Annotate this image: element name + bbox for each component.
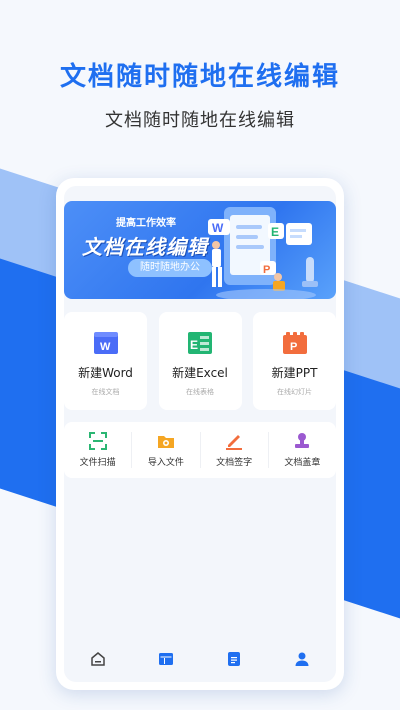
card-subtitle: 在线文档 [91, 388, 120, 396]
tab-templates[interactable] [154, 647, 178, 671]
tool-file-scan[interactable]: 文件扫描 [64, 432, 133, 468]
app-screen: 提高工作效率 文档在线编辑 随时随地办公 W E P W 新建Word 在线文档… [64, 186, 336, 682]
svg-text:E: E [271, 225, 279, 239]
tool-document-sign[interactable]: 文档签字 [201, 432, 269, 468]
banner-title: 文档在线编辑 [82, 235, 208, 259]
tab-home[interactable] [86, 647, 110, 671]
banner-illustration-icon: W E P [208, 207, 318, 299]
card-subtitle: 在线幻灯片 [277, 388, 312, 396]
word-doc-icon: W [93, 332, 118, 354]
documents-icon [228, 652, 240, 666]
tools-row: 文件扫描 导入文件 文档签字 文档盖章 [64, 422, 336, 478]
new-excel-card[interactable]: E 新建Excel 在线表格 [158, 312, 242, 410]
tool-import-file[interactable]: 导入文件 [132, 432, 201, 468]
tool-label: 文件扫描 [79, 458, 116, 468]
scan-icon [88, 432, 107, 450]
templates-icon [159, 653, 173, 665]
new-word-card[interactable]: W 新建Word 在线文档 [64, 312, 147, 410]
promo-subline: 文档随时随地在线编辑 [105, 110, 295, 131]
svg-text:E: E [190, 338, 198, 352]
import-folder-icon [157, 436, 174, 448]
tab-profile[interactable] [290, 647, 314, 671]
card-title: 新建Word [78, 366, 133, 380]
tool-label: 文档签字 [216, 458, 253, 468]
tool-label: 文档盖章 [284, 458, 321, 468]
sign-pen-icon [226, 435, 243, 450]
svg-text:W: W [100, 341, 111, 353]
excel-sheet-icon: E [188, 332, 212, 354]
card-title: 新建Excel [172, 366, 228, 380]
home-icon [91, 652, 105, 666]
tab-documents[interactable] [222, 647, 246, 671]
phone-frame: 提高工作效率 文档在线编辑 随时随地办公 W E P W 新建Word 在线文档… [56, 178, 344, 690]
create-cards: W 新建Word 在线文档 E 新建Excel 在线表格 P 新建PPT 在线幻… [64, 312, 336, 410]
banner-tagline: 提高工作效率 [116, 218, 176, 229]
ppt-slide-icon: P [282, 332, 307, 354]
svg-text:P: P [290, 341, 297, 353]
profile-icon [295, 652, 309, 666]
promo-headline: 文档随时随地在线编辑 [59, 62, 340, 92]
card-subtitle: 在线表格 [186, 388, 214, 396]
stamp-icon [295, 433, 310, 448]
card-title: 新建PPT [271, 366, 318, 380]
promo-banner[interactable]: 提高工作效率 文档在线编辑 随时随地办公 W E P [64, 201, 336, 299]
svg-text:P: P [263, 264, 270, 276]
tool-document-stamp[interactable]: 文档盖章 [269, 432, 336, 468]
new-ppt-card[interactable]: P 新建PPT 在线幻灯片 [253, 312, 336, 410]
svg-text:W: W [212, 221, 224, 235]
tool-label: 导入文件 [147, 458, 184, 468]
banner-pill: 随时随地办公 [128, 259, 212, 277]
bottom-tab-bar [64, 636, 336, 682]
